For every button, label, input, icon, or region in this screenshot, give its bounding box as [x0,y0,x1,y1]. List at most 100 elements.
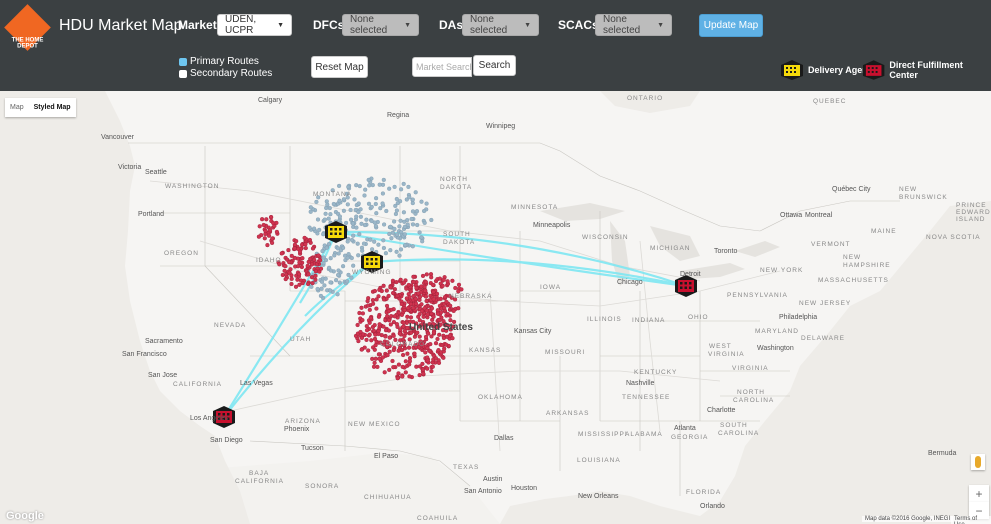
market-point-red[interactable] [372,360,377,365]
market-point-red[interactable] [391,348,396,353]
market-point-blue[interactable] [308,205,313,210]
market-point-blue[interactable] [419,199,424,204]
market-point-blue[interactable] [327,205,332,211]
market-point-blue[interactable] [378,206,383,211]
market-point-red[interactable] [417,334,422,339]
market-point-blue[interactable] [325,202,330,207]
map-type-map-button[interactable]: Map [5,98,29,117]
market-point-blue[interactable] [331,201,336,207]
market-point-red[interactable] [384,288,389,293]
market-point-red[interactable] [262,236,267,241]
market-point-blue[interactable] [370,182,375,188]
market-point-red[interactable] [288,267,293,272]
market-point-blue[interactable] [345,255,350,260]
market-point-blue[interactable] [393,211,398,217]
market-point-blue[interactable] [424,201,429,206]
market-point-red[interactable] [293,284,299,289]
market-point-blue[interactable] [315,286,320,292]
market-point-red[interactable] [427,348,432,354]
market-point-red[interactable] [382,370,387,375]
market-point-red[interactable] [308,256,313,262]
market-point-red[interactable] [429,275,434,280]
market-point-red[interactable] [395,376,400,381]
market-point-red[interactable] [292,246,297,251]
scacs-select[interactable]: None selected ▼ [595,14,672,36]
market-point-red[interactable] [423,280,428,285]
market-point-red[interactable] [274,229,279,234]
market-point-red[interactable] [312,257,317,262]
market-point-red[interactable] [263,228,268,234]
market-point-blue[interactable] [336,268,341,273]
market-point-red[interactable] [292,242,298,247]
market-point-red[interactable] [433,341,439,346]
market-point-blue[interactable] [399,187,404,192]
market-point-blue[interactable] [307,225,312,230]
market-point-red[interactable] [374,306,379,311]
market-point-red[interactable] [451,308,456,313]
market-point-red[interactable] [373,343,378,348]
market-point-red[interactable] [429,334,434,339]
market-point-red[interactable] [318,258,323,263]
market-point-blue[interactable] [319,279,325,284]
market-point-red[interactable] [366,348,371,353]
market-point-red[interactable] [434,291,440,296]
market-point-red[interactable] [380,355,385,360]
market-point-red[interactable] [394,322,399,327]
market-point-red[interactable] [402,328,407,334]
market-point-red[interactable] [435,336,440,342]
market-point-red[interactable] [429,306,435,311]
market-point-blue[interactable] [319,286,324,291]
market-point-blue[interactable] [381,238,386,243]
secondary-routes-checkbox[interactable] [179,69,187,78]
market-point-red[interactable] [287,260,292,265]
market-point-red[interactable] [297,249,303,254]
market-point-red[interactable] [392,314,397,319]
market-point-blue[interactable] [388,248,393,253]
market-point-red[interactable] [302,235,307,240]
market-point-blue[interactable] [398,218,403,223]
market-point-red[interactable] [431,289,436,295]
market-point-red[interactable] [383,334,388,339]
market-point-blue[interactable] [387,186,392,191]
zoom-in-button[interactable]: + [969,485,989,502]
market-point-blue[interactable] [394,249,399,254]
market-point-blue[interactable] [389,236,394,241]
market-point-red[interactable] [416,291,421,296]
market-point-red[interactable] [396,371,401,376]
market-point-blue[interactable] [328,268,334,273]
market-point-red[interactable] [297,282,302,287]
market-point-red[interactable] [431,314,436,319]
market-point-red[interactable] [442,346,447,351]
market-point-blue[interactable] [328,280,333,285]
market-point-blue[interactable] [395,200,400,206]
market-point-red[interactable] [420,308,425,314]
market-point-red[interactable] [440,283,445,288]
market-point-blue[interactable] [323,276,328,281]
market-point-red[interactable] [443,295,448,300]
market-point-red[interactable] [425,358,430,363]
market-point-red[interactable] [381,297,387,302]
market-point-red[interactable] [383,328,389,333]
market-point-red[interactable] [448,303,453,308]
market-point-red[interactable] [286,248,291,253]
map-type-control[interactable]: Map Styled Map [5,98,76,117]
market-point-red[interactable] [437,276,442,281]
market-point-red[interactable] [316,253,321,258]
market-point-red[interactable] [433,356,438,361]
market-point-red[interactable] [369,338,374,343]
market-point-red[interactable] [417,294,423,299]
market-point-blue[interactable] [414,209,420,214]
market-point-red[interactable] [303,242,308,247]
market-point-red[interactable] [420,273,426,278]
market-point-red[interactable] [435,311,441,316]
market-point-red[interactable] [294,239,299,244]
market-point-blue[interactable] [355,241,360,246]
market-point-red[interactable] [364,324,369,329]
market-point-red[interactable] [379,333,384,338]
market-point-red[interactable] [423,334,429,339]
market-point-red[interactable] [444,299,449,305]
market-point-blue[interactable] [392,184,397,189]
market-point-red[interactable] [401,320,406,325]
market-point-red[interactable] [267,228,273,233]
market-point-blue[interactable] [367,183,372,188]
